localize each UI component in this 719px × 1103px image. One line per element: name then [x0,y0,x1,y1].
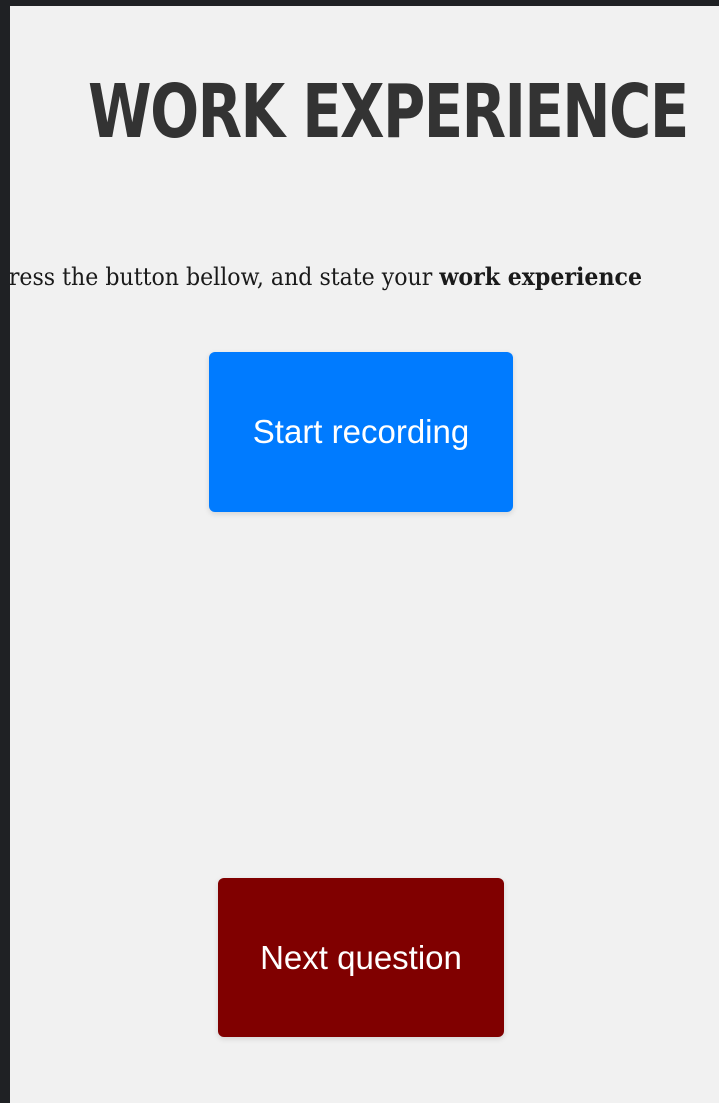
instruction-prefix: Press the button bellow, and state your [10,263,440,291]
instruction-text: Press the button bellow, and state your … [10,259,719,299]
next-question-button[interactable]: Next question [218,878,504,1037]
instruction-emphasis: work experience [439,262,643,291]
page-frame: WORK EXPERIENCE Press the button bellow,… [10,6,719,1103]
instruction-line: Press the button bellow, and state your … [10,259,642,295]
page-title: WORK EXPERIENCE [87,69,689,155]
start-recording-button[interactable]: Start recording [209,352,513,512]
